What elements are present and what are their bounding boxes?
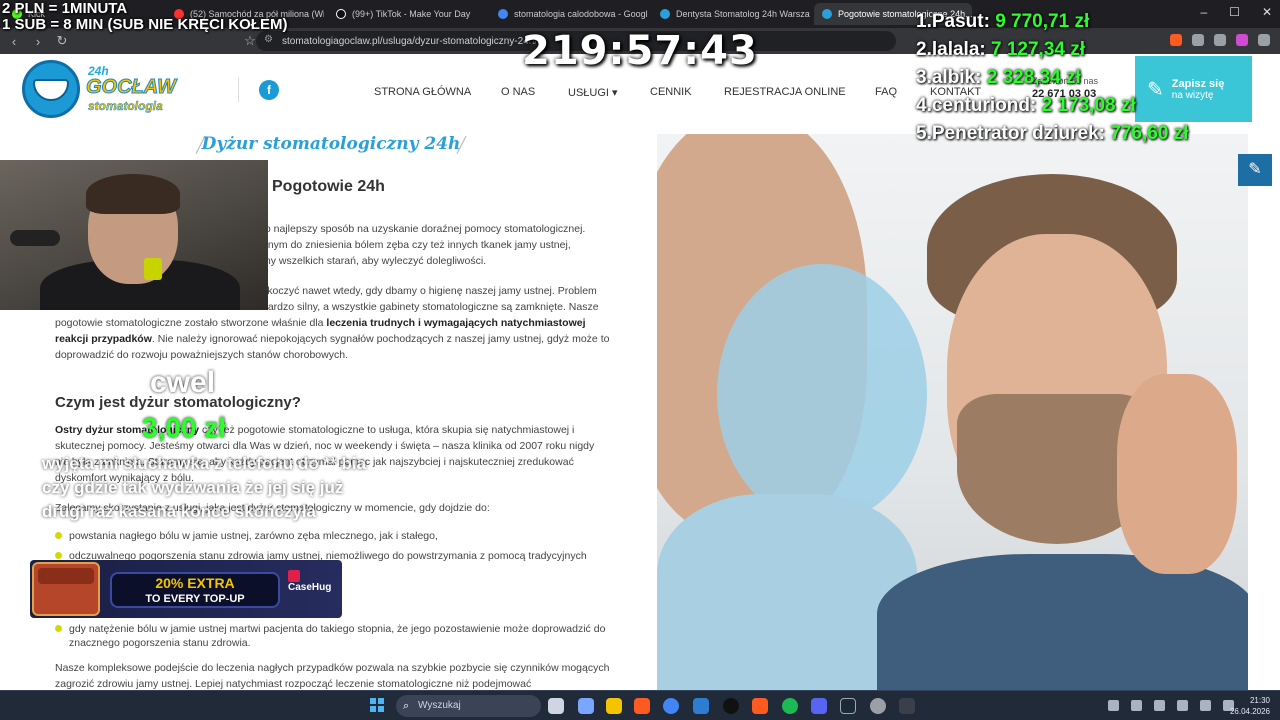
menu-icon[interactable] [1258, 34, 1270, 46]
divider [238, 78, 239, 102]
chrome-icon[interactable] [663, 698, 679, 714]
app-icon[interactable] [899, 698, 915, 714]
screen: Kick (52) Samochód za pół miliona (Wier.… [0, 0, 1280, 720]
sub-overlay: 1 SUB = 8 MIN (SUB NIE KRĘCI KOŁEM) [2, 16, 288, 33]
leaderboard-row: 3.albik: 2 328,34 zł [916, 67, 1081, 88]
logo-tooth-icon [22, 60, 80, 118]
brave-icon[interactable] [752, 698, 768, 714]
accessibility-icon[interactable]: ✎ [1238, 154, 1272, 186]
extension-icon[interactable] [1192, 34, 1204, 46]
book-visit-button[interactable]: ✎ Zapisz się na wizytę [1135, 56, 1252, 122]
chevron-up-icon[interactable] [1108, 700, 1119, 711]
paragraph-2-top: skoczyć nawet wtedy, gdy dbamy o higienę… [262, 285, 599, 313]
leaderboard-row: 4.centuriond: 2 173,08 zł [916, 95, 1136, 116]
task-view-icon[interactable] [548, 698, 564, 714]
nav-faq[interactable]: FAQ [875, 86, 897, 98]
site-logo[interactable]: 24h GOCŁAW stomatologia [22, 60, 192, 118]
webcam-overlay [0, 160, 268, 310]
donation-amount: 3,00 zł [142, 412, 227, 443]
donation-message: wyjęta mi słuchawka z telefonu do ** bia… [42, 454, 367, 521]
extension-icon[interactable] [1170, 34, 1182, 46]
leaderboard-row: 5.Penetrator dziurek: 776,60 zł [916, 123, 1189, 144]
site-favicon-icon [660, 9, 670, 19]
taskbar-search[interactable]: ⌕ Wyszukaj [396, 695, 541, 717]
leaderboard-row: 1.Pasut: 9 770,71 zł [916, 11, 1090, 32]
maximize-icon[interactable]: ☐ [1229, 5, 1240, 19]
extension-icons [1170, 34, 1270, 46]
browser-tab-4[interactable]: Dentysta Stomatolog 24h Warszawa... [652, 3, 810, 25]
paragraph-5: Nasze kompleksowe podejście do leczenia … [55, 662, 610, 690]
app-icon[interactable] [693, 698, 709, 714]
wifi-icon[interactable] [1200, 700, 1211, 711]
casehug-ad: 20% EXTRA TO EVERY TOP-UP CaseHug [30, 560, 342, 618]
window-controls: – ☐ ✕ [1200, 5, 1272, 19]
close-icon[interactable]: ✕ [1262, 5, 1272, 19]
system-tray [1108, 700, 1234, 711]
nav-services[interactable]: USŁUGI ▾ [568, 86, 618, 99]
windows-taskbar: ⌕ Wyszukaj 21:30 26.04.2026 [0, 690, 1280, 720]
casehug-logo-icon [288, 570, 300, 582]
nav-about[interactable]: O NAS [501, 86, 535, 98]
reload-icon[interactable]: ↻ [52, 33, 72, 49]
nav-pricing[interactable]: CENNIK [650, 86, 692, 98]
article-title: Pogotowie 24h [272, 178, 385, 195]
settings-icon[interactable] [870, 698, 886, 714]
browser-tab-2[interactable]: (99+) TikTok - Make Your Day [328, 3, 486, 25]
site-favicon-icon [822, 9, 832, 19]
nav-home[interactable]: STRONA GŁÓWNA [374, 86, 471, 98]
decor-slash: ╱ [457, 137, 467, 154]
paragraph-2: pogotowie stomatologiczne zostało stworz… [55, 317, 610, 361]
spotify-icon[interactable] [782, 698, 798, 714]
donation-name: cwel [150, 366, 216, 399]
minimize-icon[interactable]: – [1200, 5, 1207, 19]
back-icon[interactable]: ‹ [4, 34, 24, 49]
brave-icon[interactable] [634, 698, 650, 714]
list-item: powstania nagłego bólu w jamie ustnej, z… [55, 529, 611, 543]
nav-registration[interactable]: REJESTRACJA ONLINE [724, 86, 846, 98]
clock[interactable]: 21:30 26.04.2026 [1230, 695, 1270, 717]
leaderboard-row: 2.lalala: 7 127,34 zł [916, 39, 1086, 60]
tray-app-icon[interactable] [1131, 700, 1142, 711]
list-item: gdy natężenie bólu w jamie ustnej martwi… [55, 622, 611, 650]
obs-icon[interactable] [723, 698, 739, 714]
extension-icon[interactable] [1214, 34, 1226, 46]
copilot-icon[interactable] [578, 698, 594, 714]
page-heading: Dyżur stomatologiczny 24h [201, 134, 461, 154]
discord-icon[interactable] [811, 698, 827, 714]
subathon-timer: 219:57:43 [522, 28, 758, 74]
windows-start-icon[interactable] [370, 698, 384, 712]
facebook-icon[interactable]: f [259, 80, 279, 100]
site-info-icon[interactable]: ⚙ [264, 34, 273, 45]
file-explorer-icon[interactable] [606, 698, 622, 714]
treasure-chest-icon [32, 562, 100, 616]
steam-icon[interactable] [840, 698, 856, 714]
google-icon [498, 9, 508, 19]
tiktok-icon [336, 9, 346, 19]
browser-tab-3[interactable]: stomatologia calodobowa - Google S... [490, 3, 648, 25]
rate-overlay: 2 PLN = 1MINUTA [2, 0, 128, 17]
microphone-icon[interactable] [1177, 700, 1188, 711]
tray-app-icon[interactable] [1154, 700, 1165, 711]
forward-icon[interactable]: › [28, 34, 48, 49]
search-icon: ⌕ [403, 700, 410, 712]
dentist-tool-icon: ✎ [1147, 78, 1164, 101]
hero-photo [657, 134, 1248, 690]
intro-paragraph: to najlepszy sposób na uzyskanie doraźne… [262, 223, 586, 267]
extension-icon[interactable] [1236, 34, 1248, 46]
